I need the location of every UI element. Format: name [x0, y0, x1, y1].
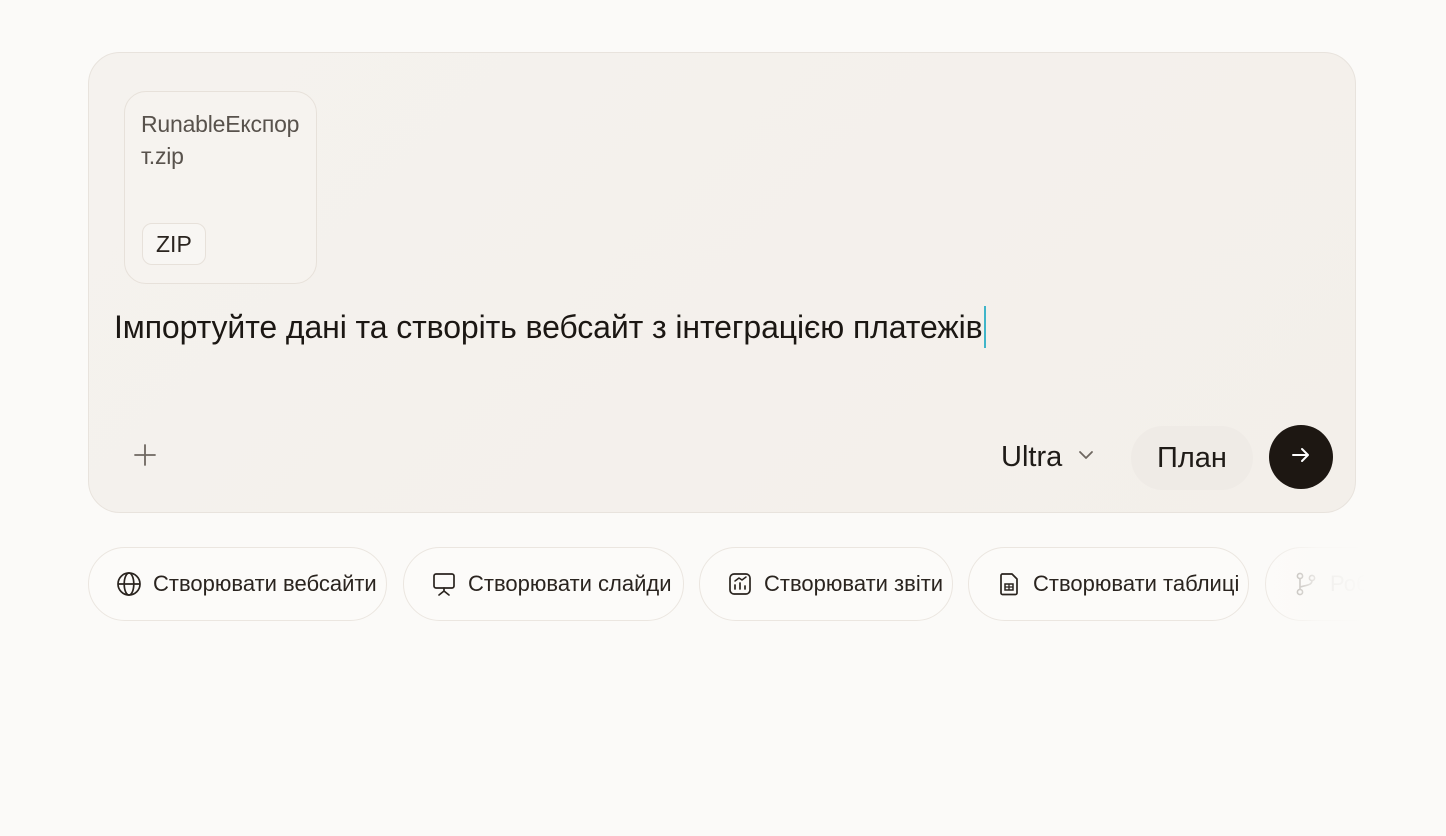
suggestion-chips: Створювати вебсайти Створювати слайди Ст… [88, 547, 1366, 623]
presentation-icon [430, 570, 458, 598]
model-selector[interactable]: Ultra [1001, 433, 1096, 481]
report-chart-icon [726, 570, 754, 598]
suggestion-chip-reports[interactable]: Створювати звіти [699, 547, 953, 621]
prompt-composer: RunableЕкспорт.zip ZIP Імпортуйте дані т… [88, 52, 1356, 513]
model-label: Ultra [1001, 440, 1063, 473]
suggestion-label: Роб [1330, 571, 1366, 596]
text-caret [983, 306, 986, 348]
send-button[interactable] [1269, 425, 1333, 489]
suggestion-chip-workflows[interactable]: Роб [1265, 547, 1366, 621]
suggestion-label: Створювати слайди [468, 571, 672, 596]
arrow-right-icon [1289, 443, 1313, 472]
page: RunableЕкспорт.zip ZIP Імпортуйте дані т… [0, 0, 1446, 836]
prompt-input[interactable]: Імпортуйте дані та створіть вебсайт з ін… [114, 305, 986, 349]
spreadsheet-icon [995, 570, 1023, 598]
globe-icon [115, 570, 143, 598]
attachment-filename: RunableЕкспорт.zip [141, 111, 300, 169]
prompt-text: Імпортуйте дані та створіть вебсайт з ін… [114, 309, 983, 345]
suggestion-chip-websites[interactable]: Створювати вебсайти [88, 547, 387, 621]
workflow-branch-icon [1292, 570, 1320, 598]
suggestion-chip-slides[interactable]: Створювати слайди [403, 547, 684, 621]
suggestion-label: Створювати вебсайти [153, 571, 377, 596]
attachment-card[interactable]: RunableЕкспорт.zip ZIP [124, 91, 317, 284]
suggestion-label: Створювати звіти [764, 571, 944, 596]
attachment-type-badge: ZIP [142, 223, 206, 265]
suggestion-chip-tables[interactable]: Створювати таблиці [968, 547, 1249, 621]
chevron-down-icon [1076, 445, 1096, 470]
add-attachment-button[interactable] [125, 437, 165, 477]
plan-button[interactable]: План [1131, 426, 1253, 490]
suggestion-label: Створювати таблиці [1033, 571, 1240, 596]
plus-icon [133, 443, 157, 472]
